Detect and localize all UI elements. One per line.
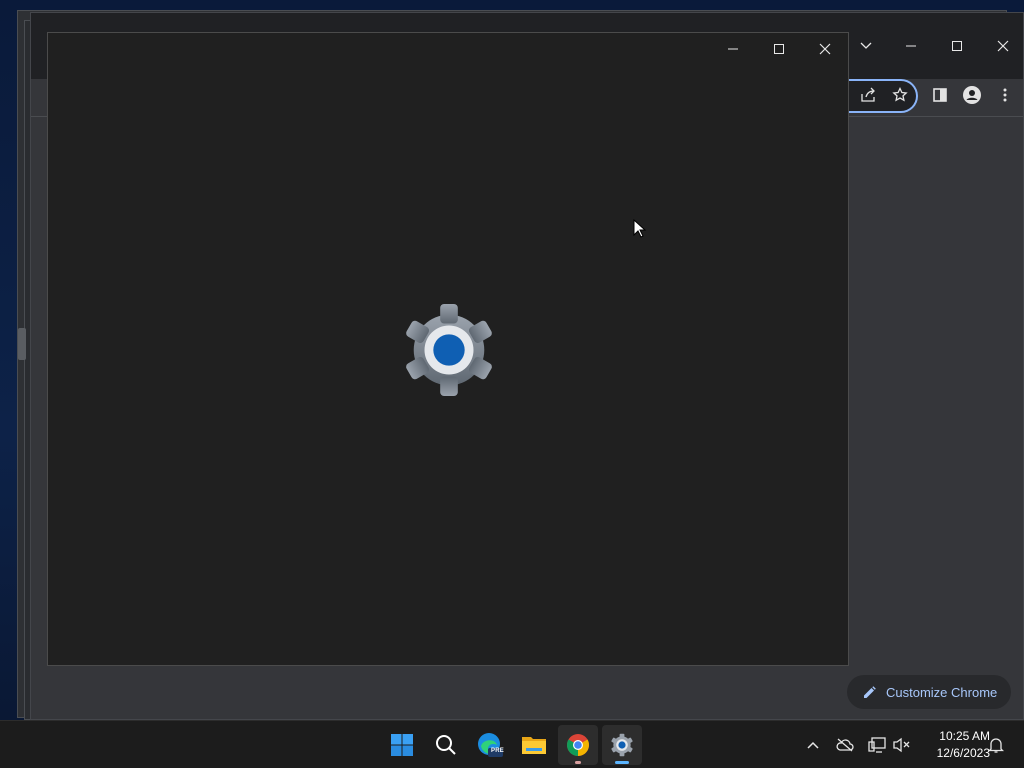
search-icon (436, 735, 456, 755)
minimize-icon (728, 48, 738, 50)
taskbar-start-button[interactable] (382, 725, 422, 765)
bell-icon (988, 738, 1004, 753)
profile-icon (963, 86, 981, 104)
taskbar-active-indicator (615, 761, 629, 764)
chrome-icon (567, 734, 589, 756)
taskbar-file-explorer[interactable] (514, 725, 554, 765)
chrome-close-button[interactable] (980, 31, 1024, 61)
chrome-menu-button[interactable] (990, 80, 1020, 110)
mouse-cursor-icon (633, 219, 647, 238)
taskbar-clock[interactable]: 10:25 AM 12/6/2023 (918, 728, 990, 762)
taskbar-running-indicator (575, 761, 581, 764)
notification-center-button[interactable] (984, 733, 1008, 757)
customize-chrome-label: Customize Chrome (886, 684, 998, 700)
side-panel-icon (933, 88, 947, 102)
chrome-minimize-button[interactable] (888, 31, 934, 61)
chevron-down-icon (860, 42, 872, 49)
network-icon (868, 737, 886, 753)
edge-preview-icon (478, 733, 503, 757)
settings-maximize-button[interactable] (756, 34, 802, 64)
folder-icon (522, 737, 546, 754)
windows-start-icon (391, 734, 413, 756)
settings-window (47, 32, 849, 666)
tray-overflow-button[interactable] (801, 733, 825, 757)
star-icon (892, 87, 908, 102)
kebab-menu-icon (1003, 88, 1007, 102)
clock-date: 12/6/2023 (936, 746, 990, 760)
settings-gear-icon (406, 303, 492, 397)
maximize-icon (774, 44, 784, 54)
share-icon (861, 87, 875, 102)
pencil-icon (864, 685, 876, 698)
side-panel-button[interactable] (925, 80, 955, 110)
taskbar-settings[interactable] (602, 725, 642, 765)
maximize-icon (952, 41, 962, 51)
close-icon (997, 40, 1009, 52)
chrome-maximize-button[interactable] (934, 31, 980, 61)
preview-badge: PRE (491, 748, 504, 754)
share-button[interactable] (853, 80, 883, 110)
tray-onedrive[interactable] (833, 733, 857, 757)
settings-minimize-button[interactable] (710, 34, 756, 64)
taskbar-chrome[interactable] (558, 725, 598, 765)
taskbar-edge-preview[interactable]: PRE (470, 725, 510, 765)
cloud-offline-icon (836, 738, 854, 752)
clock-time: 10:25 AM (939, 729, 990, 743)
tab-search-button[interactable] (843, 31, 889, 61)
close-icon (819, 43, 831, 55)
bookmark-button[interactable] (885, 80, 915, 110)
profile-button[interactable] (957, 80, 987, 110)
volume-muted-icon (893, 737, 910, 753)
customize-chrome-button[interactable]: Customize Chrome (847, 675, 1011, 709)
taskbar: PRE 10:25 AM 12/6/2023 (0, 720, 1024, 768)
settings-close-button[interactable] (802, 34, 848, 64)
window-resize-handle[interactable] (18, 328, 26, 360)
chevron-up-icon (807, 741, 819, 749)
gear-icon (611, 733, 633, 757)
minimize-icon (906, 45, 916, 47)
taskbar-search-button[interactable] (426, 725, 466, 765)
tray-network[interactable] (865, 733, 889, 757)
tray-volume[interactable] (890, 733, 914, 757)
